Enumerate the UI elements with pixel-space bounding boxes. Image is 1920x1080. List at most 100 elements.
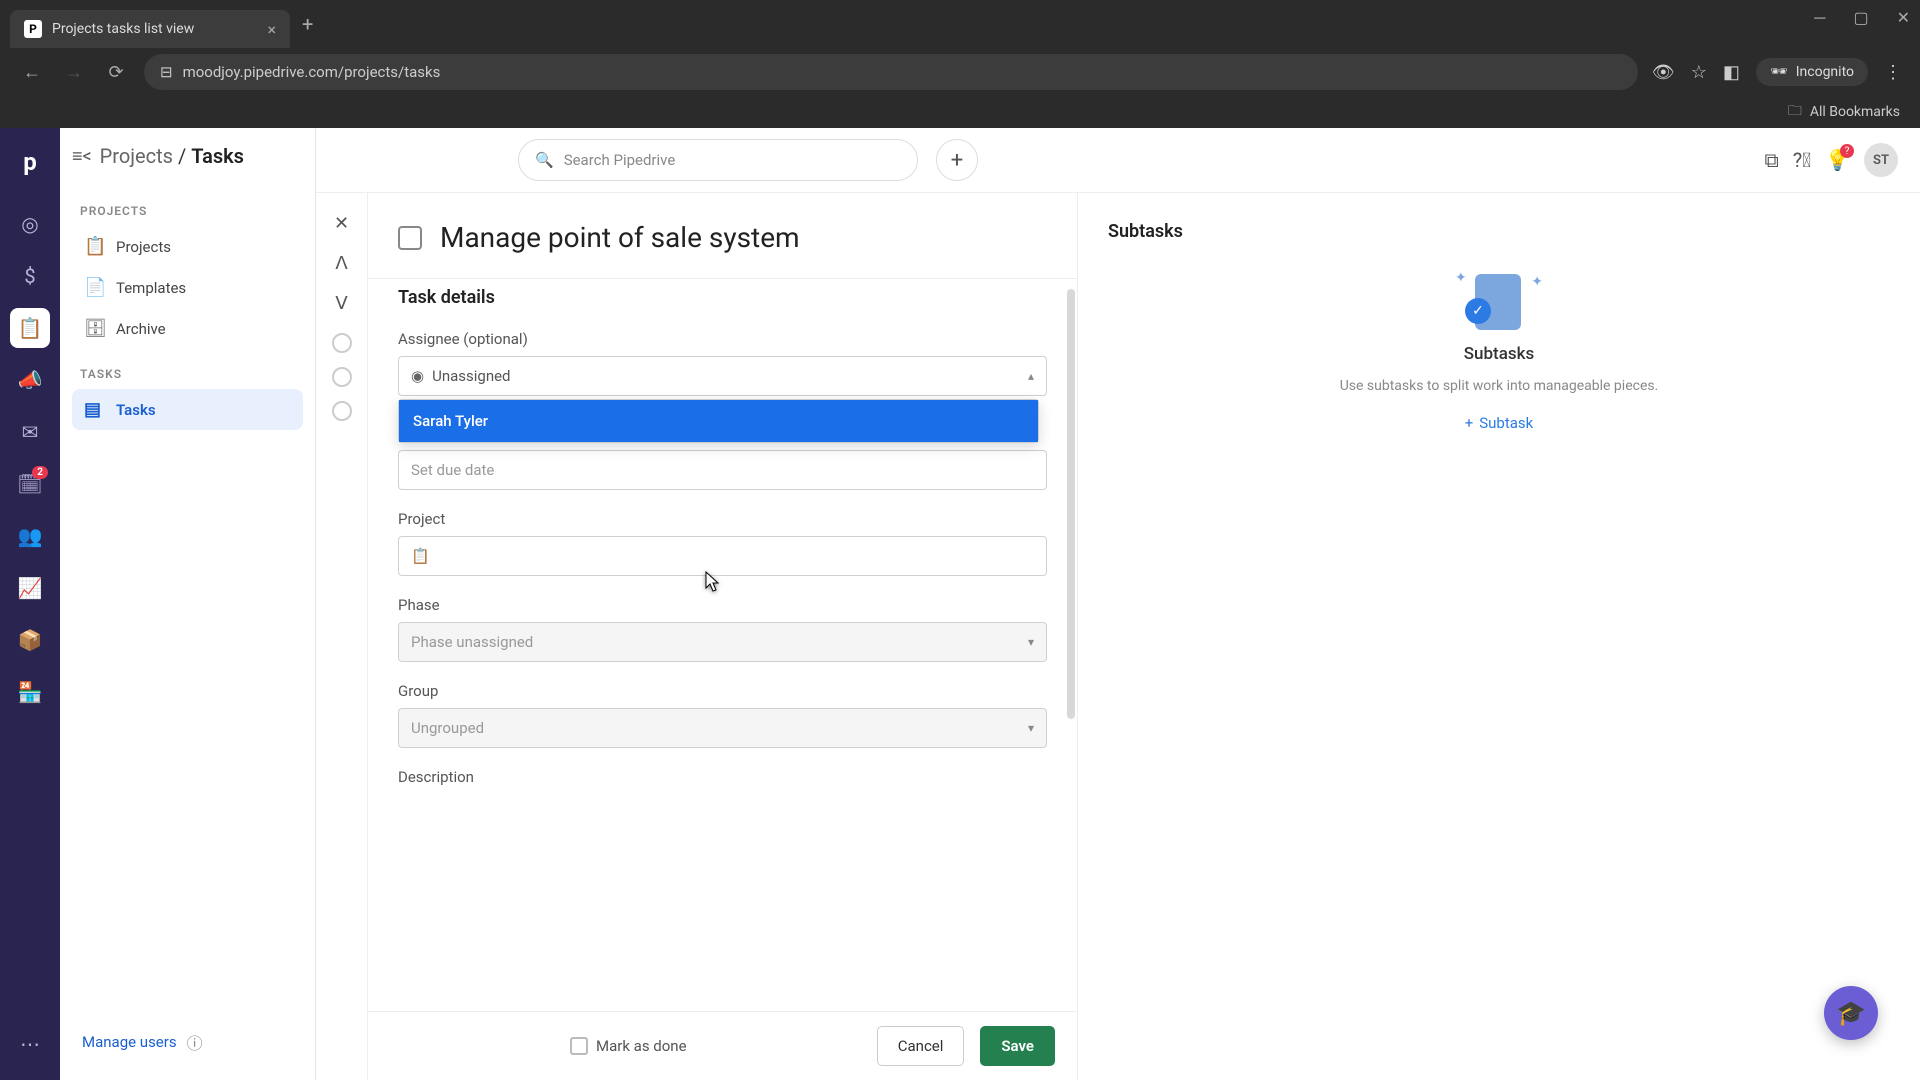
all-bookmarks-link[interactable]: 🗀 All Bookmarks — [1788, 100, 1900, 124]
task-body[interactable]: Task details Assignee (optional) ◉ Unass… — [368, 278, 1077, 1011]
group-select[interactable]: Ungrouped ▾ — [398, 708, 1047, 748]
rail-item-marketplace[interactable]: 🏪 — [10, 672, 50, 712]
back-icon[interactable]: ← — [18, 62, 46, 83]
browser-chrome: P Projects tasks list view × + ─ ▢ ✕ ← →… — [0, 0, 1920, 128]
assignee-dropdown: Sarah Tyler — [398, 399, 1039, 443]
minimize-icon[interactable]: ─ — [1814, 8, 1825, 28]
sidebar-item-tasks[interactable]: ▤ Tasks — [72, 389, 303, 430]
subtasks-empty-title: Subtasks — [1464, 344, 1535, 364]
task-list-circle[interactable] — [332, 367, 352, 387]
tip-badge: ? — [1840, 144, 1854, 158]
tab-title: Projects tasks list view — [52, 21, 257, 37]
sidebar-item-label: Tasks — [116, 401, 156, 419]
add-button[interactable]: + — [936, 139, 978, 181]
subtasks-empty-icon: ✦ ✓ ✦ — [1459, 270, 1539, 330]
rail-item-activities[interactable]: 🗓2 — [10, 464, 50, 504]
field-due-date: Set due date — [398, 450, 1047, 490]
maximize-icon[interactable]: ▢ — [1853, 8, 1868, 28]
clipboard-check-icon: 📋 — [411, 547, 430, 565]
rail-item-mail[interactable]: ✉ — [10, 412, 50, 452]
archive-icon: 🗄 — [84, 318, 104, 339]
kebab-icon[interactable]: ⋮ — [1884, 62, 1902, 83]
group-value: Ungrouped — [411, 719, 484, 737]
window-controls: ─ ▢ ✕ — [1814, 8, 1910, 28]
help-fab[interactable]: 🎓 — [1824, 986, 1878, 1040]
task-checkbox[interactable] — [398, 226, 422, 250]
task-main: Manage point of sale system Task details… — [368, 193, 1078, 1080]
app-root: p ◎ $ 📋 📣 ✉ 🗓2 👥 📈 📦 🏪 ⋯ ≡< Projects / T… — [0, 128, 1920, 1080]
rail-item-focus[interactable]: ◎ — [10, 204, 50, 244]
plus-icon: + — [1465, 414, 1474, 432]
search-input[interactable]: 🔍 Search Pipedrive — [518, 139, 918, 181]
sidebar-section-tasks: TASKS — [80, 367, 295, 381]
avatar[interactable]: ST — [1864, 143, 1898, 177]
rail-item-projects[interactable]: 📋 — [10, 308, 50, 348]
reload-icon[interactable]: ⟳ — [102, 62, 130, 83]
next-task-icon[interactable]: ᐯ — [326, 287, 358, 319]
manage-users-link[interactable]: Manage users — [82, 1033, 177, 1051]
site-settings-icon[interactable]: ⊟ — [160, 63, 173, 81]
tips-icon[interactable]: 💡? — [1825, 148, 1850, 172]
caret-up-icon: ▴ — [1028, 369, 1034, 383]
assignee-option[interactable]: Sarah Tyler — [399, 400, 1038, 442]
sidebar-item-label: Projects — [116, 238, 171, 256]
scrollbar[interactable] — [1067, 289, 1075, 719]
phase-value: Phase unassigned — [411, 633, 533, 651]
save-button[interactable]: Save — [980, 1026, 1055, 1066]
user-icon: ◉ — [411, 367, 424, 385]
sidebar-item-templates[interactable]: 📄 Templates — [72, 267, 303, 308]
extensions-icon[interactable]: ⧉ — [1764, 148, 1778, 172]
close-window-icon[interactable]: ✕ — [1897, 8, 1910, 28]
mark-done-checkbox[interactable]: Mark as done — [570, 1037, 687, 1055]
task-details-heading: Task details — [398, 287, 1047, 308]
url-field[interactable]: ⊟ moodjoy.pipedrive.com/projects/tasks — [144, 54, 1638, 90]
info-icon[interactable]: ⓘ — [187, 1030, 203, 1054]
close-icon[interactable]: × — [267, 20, 276, 39]
subtasks-heading: Subtasks — [1108, 221, 1890, 242]
rail-item-more[interactable]: ⋯ — [10, 1024, 50, 1064]
app-logo[interactable]: p — [23, 140, 37, 192]
rail-item-campaigns[interactable]: 📣 — [10, 360, 50, 400]
task-title[interactable]: Manage point of sale system — [440, 221, 800, 254]
rail-item-contacts[interactable]: 👥 — [10, 516, 50, 556]
subtasks-empty-desc: Use subtasks to split work into manageab… — [1340, 378, 1659, 394]
side-panel-icon[interactable]: ◧ — [1723, 62, 1740, 83]
browser-tab[interactable]: P Projects tasks list view × — [10, 10, 290, 48]
field-description: Description — [398, 768, 1047, 786]
tasks-icon: ▤ — [84, 399, 104, 420]
phase-select[interactable]: Phase unassigned ▾ — [398, 622, 1047, 662]
subtasks-panel: Subtasks ✦ ✓ ✦ Subtasks Use subtasks to … — [1078, 193, 1920, 1080]
close-panel-icon[interactable]: ✕ — [326, 207, 358, 239]
project-select[interactable]: 📋 — [398, 536, 1047, 576]
task-panel: Manage point of sale system Task details… — [368, 193, 1920, 1080]
incognito-indicator[interactable]: 🕶 Incognito — [1756, 58, 1868, 86]
star-icon[interactable]: ☆ — [1691, 62, 1707, 83]
rail-item-insights[interactable]: 📈 — [10, 568, 50, 608]
panel-strip: ✕ ᐱ ᐯ — [316, 193, 368, 1080]
help-icon[interactable]: ?⃝ — [1793, 148, 1811, 172]
phase-label: Phase — [398, 596, 1047, 614]
nav-rail: p ◎ $ 📋 📣 ✉ 🗓2 👥 📈 📦 🏪 ⋯ — [0, 128, 60, 1080]
eye-off-icon[interactable]: 👁 — [1652, 62, 1675, 83]
due-date-input[interactable]: Set due date — [398, 450, 1047, 490]
add-subtask-button[interactable]: + Subtask — [1465, 414, 1534, 432]
tab-bar: P Projects tasks list view × + ─ ▢ ✕ — [0, 0, 1920, 48]
task-list-circle[interactable] — [332, 401, 352, 421]
assignee-select[interactable]: ◉ Unassigned ▴ — [398, 356, 1047, 396]
task-list-circle[interactable] — [332, 333, 352, 353]
graduation-icon: 🎓 — [1836, 999, 1866, 1027]
breadcrumb-parent[interactable]: Projects — [100, 144, 173, 168]
cancel-button[interactable]: Cancel — [877, 1026, 965, 1066]
favicon: P — [24, 20, 42, 38]
new-tab-button[interactable]: + — [302, 12, 313, 36]
field-group: Group Ungrouped ▾ — [398, 682, 1047, 748]
sidebar-item-projects[interactable]: 📋 Projects — [72, 226, 303, 267]
rail-item-products[interactable]: 📦 — [10, 620, 50, 660]
caret-down-icon: ▾ — [1028, 635, 1034, 649]
sidebar-item-archive[interactable]: 🗄 Archive — [72, 308, 303, 349]
due-date-placeholder: Set due date — [411, 461, 494, 479]
rail-item-deals[interactable]: $ — [10, 256, 50, 296]
subtasks-empty-state: ✦ ✓ ✦ Subtasks Use subtasks to split wor… — [1108, 270, 1890, 432]
collapse-sidebar-icon[interactable]: ≡< — [72, 146, 92, 167]
prev-task-icon[interactable]: ᐱ — [326, 247, 358, 279]
